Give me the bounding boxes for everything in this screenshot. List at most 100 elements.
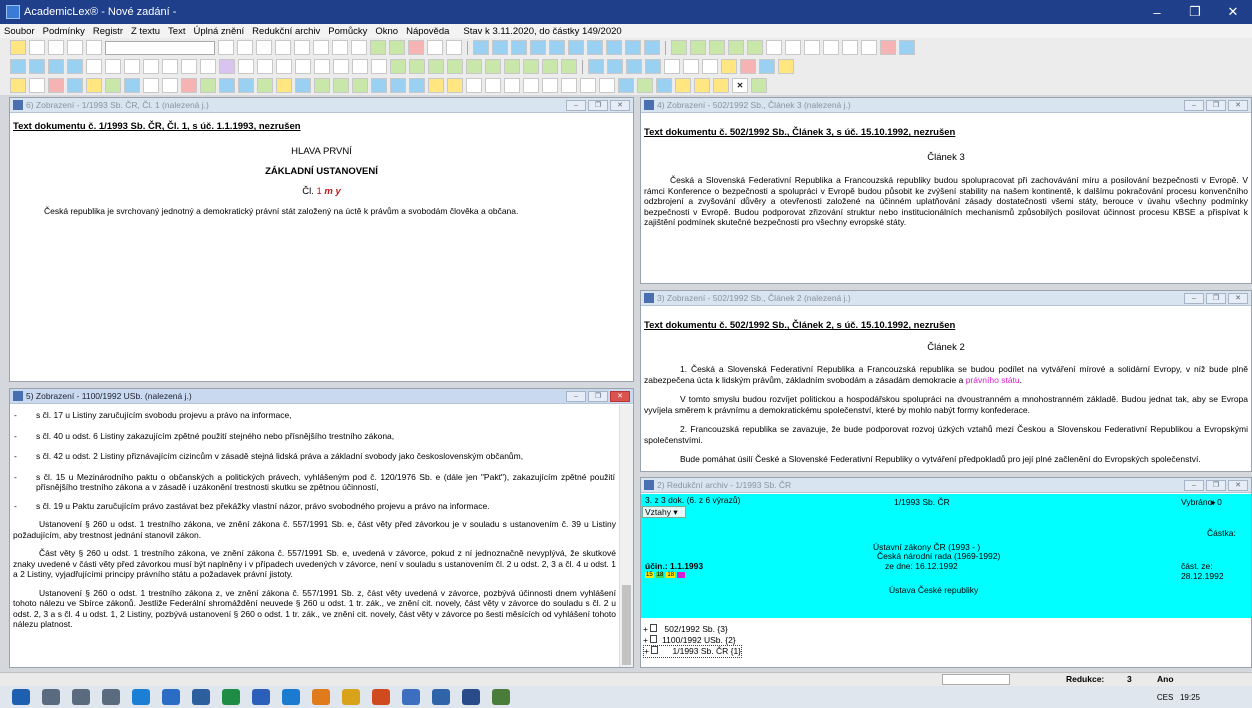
tool-icon[interactable] [778,59,794,74]
tool-icon[interactable] [690,40,706,55]
tool-icon[interactable] [823,40,839,55]
tool-icon[interactable] [656,78,672,93]
restore-button[interactable]: ❐ [1206,292,1226,304]
folder-icon[interactable] [342,689,360,705]
tool-icon[interactable] [257,59,273,74]
tool-icon[interactable] [599,78,615,93]
tree-item[interactable]: + 1100/1992 USb. {2} [643,634,742,646]
tool-icon[interactable] [618,78,634,93]
down-arrow-icon[interactable] [67,59,83,74]
tool-icon[interactable] [785,40,801,55]
tool-icon[interactable] [29,78,45,93]
help-icon[interactable] [427,40,443,55]
tool-icon[interactable] [389,40,405,55]
tool-icon[interactable] [561,78,577,93]
tool-icon[interactable] [580,78,596,93]
tool-icon[interactable] [466,59,482,74]
tool-icon[interactable] [740,59,756,74]
tool-icon[interactable] [466,78,482,93]
tool-icon[interactable] [671,40,687,55]
tool-icon[interactable] [530,40,546,55]
format-icon[interactable] [10,40,26,55]
tool-icon[interactable] [105,59,121,74]
menu-pomucky[interactable]: Pomůcky [324,26,371,37]
reset-icon[interactable] [408,40,424,55]
down-arrow-icon[interactable] [48,59,64,74]
menu-redukcni-archiv[interactable]: Redukční archiv [248,26,324,37]
menu-napoveda[interactable]: Nápověda [402,26,453,37]
tool-icon[interactable] [143,78,159,93]
menu-uplna-zneni[interactable]: Úplná znění [189,26,248,37]
tool-icon[interactable] [200,59,216,74]
minimize-button[interactable]: – [566,99,586,111]
tool-icon[interactable] [664,59,680,74]
tool-icon[interactable] [237,40,253,55]
app-icon[interactable] [492,689,510,705]
tool-icon[interactable] [351,40,367,55]
tool-icon[interactable] [275,40,291,55]
tool-icon[interactable] [447,78,463,93]
powerpoint-icon[interactable] [372,689,390,705]
tool-icon[interactable] [447,59,463,74]
next-record-button[interactable]: ▸ [1211,497,1215,508]
tool-icon[interactable] [709,40,725,55]
tool-icon[interactable] [549,40,565,55]
restore-button[interactable]: ❐ [588,390,608,402]
search-icon[interactable] [42,689,60,705]
tool-icon[interactable] [48,78,64,93]
tool-icon[interactable] [333,59,349,74]
tool-icon[interactable] [626,59,642,74]
tool-icon[interactable] [428,78,444,93]
tool-icon[interactable] [759,59,775,74]
tool-icon[interactable] [504,59,520,74]
close-button[interactable]: ✕ [1228,99,1248,111]
tool-icon[interactable] [523,78,539,93]
menu-z-textu[interactable]: Z textu [127,26,164,37]
tool-icon[interactable] [276,78,292,93]
tool-icon[interactable] [124,59,140,74]
relations-select[interactable]: Vztahy ▾ [642,506,686,518]
cortana-icon[interactable] [72,689,90,705]
tool-icon[interactable] [390,59,406,74]
app-icon[interactable] [192,689,210,705]
tool-icon[interactable] [67,78,83,93]
tree-item[interactable]: + 1/1993 Sb. ČR {1} [643,645,743,658]
tool-icon[interactable] [637,78,653,93]
minimize-button[interactable]: – [1138,0,1176,24]
tool-icon[interactable] [485,59,501,74]
tool-icon[interactable] [181,59,197,74]
tool-icon[interactable] [86,78,102,93]
tool-icon[interactable] [523,59,539,74]
tool-icon[interactable] [371,59,387,74]
vertical-scrollbar[interactable] [619,405,633,667]
tool-icon[interactable] [332,40,348,55]
tool-icon[interactable] [105,78,121,93]
tool-icon[interactable] [428,59,444,74]
tool-icon[interactable] [314,59,330,74]
tool-icon[interactable] [124,78,140,93]
tool-icon[interactable] [314,78,330,93]
tool-icon[interactable] [238,59,254,74]
tool-icon[interactable] [713,78,729,93]
font-select[interactable] [105,40,215,55]
tool-icon[interactable] [313,40,329,55]
tool-icon[interactable] [804,40,820,55]
tool-icon[interactable] [899,40,915,55]
tool-icon[interactable] [333,78,349,93]
menu-text[interactable]: Text [164,26,189,37]
tool-icon[interactable] [162,78,178,93]
tool-icon[interactable] [257,78,273,93]
tool-icon[interactable] [644,40,660,55]
menu-okno[interactable]: Okno [371,26,402,37]
tool-icon[interactable] [219,59,235,74]
store-icon[interactable] [162,689,180,705]
tool-icon[interactable] [485,78,501,93]
minimize-button[interactable]: – [566,390,586,402]
word-icon[interactable] [252,689,270,705]
tool-icon[interactable] [751,78,767,93]
tool-icon[interactable] [625,40,641,55]
tool-icon[interactable] [607,59,623,74]
tool-icon[interactable] [747,40,763,55]
tool-icon[interactable] [766,40,782,55]
down-arrow-icon[interactable] [10,59,26,74]
